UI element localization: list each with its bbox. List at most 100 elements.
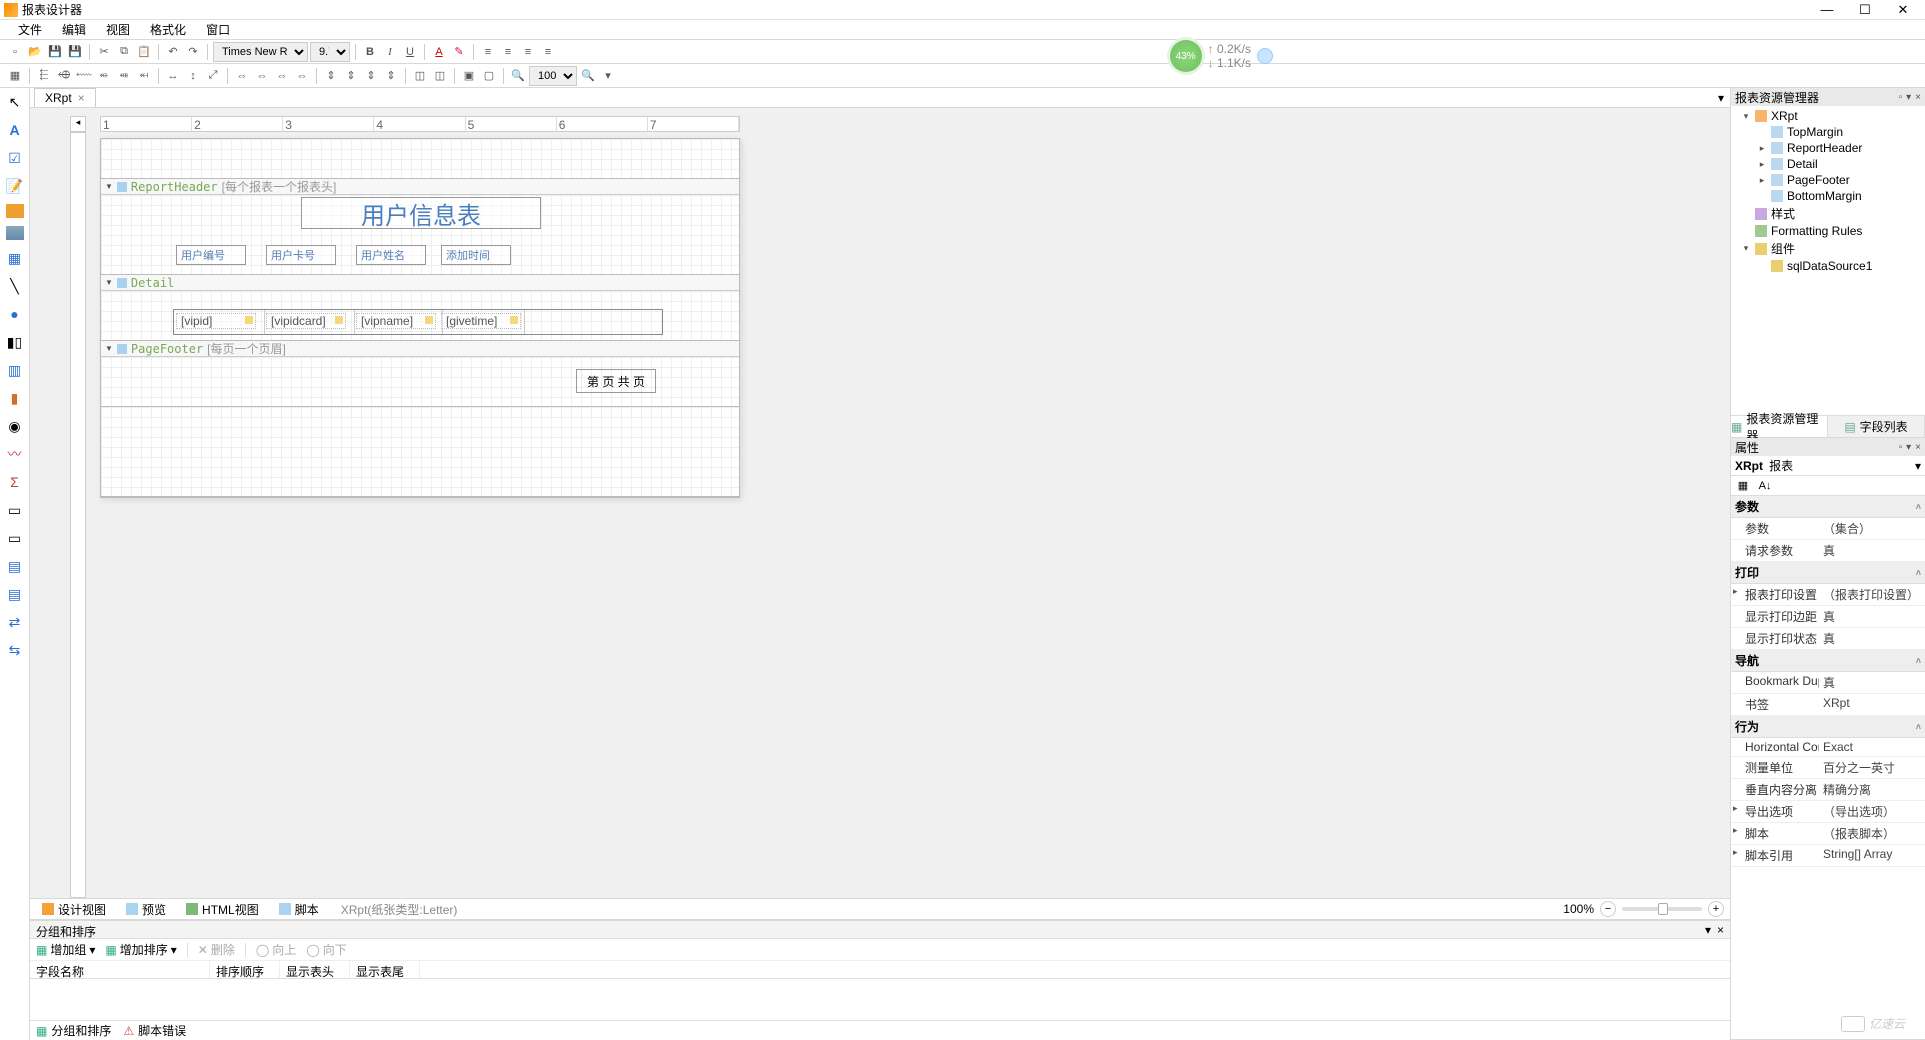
- center-v-icon[interactable]: ◫: [431, 67, 449, 85]
- tab-field-list[interactable]: ▤字段列表: [1828, 416, 1925, 437]
- collapse-icon[interactable]: ▼: [105, 344, 113, 353]
- tab-design[interactable]: 设计视图: [36, 901, 112, 918]
- property-object-selector[interactable]: XRpt 报表 ▾: [1731, 456, 1925, 476]
- panel-tool[interactable]: [6, 226, 24, 240]
- move-down-button[interactable]: ◯向下: [306, 941, 346, 958]
- tree-detail[interactable]: ▸Detail: [1731, 156, 1925, 172]
- pivot-tool[interactable]: Σ: [5, 472, 25, 492]
- detail-band-header[interactable]: ▼ Detail: [101, 275, 739, 291]
- align-c-icon[interactable]: ⬲: [55, 67, 73, 85]
- close-button[interactable]: ✕: [1893, 2, 1913, 18]
- smarttag-icon[interactable]: [510, 316, 518, 324]
- report-explorer-tree[interactable]: ▾XRpt TopMargin ▸ReportHeader ▸Detail ▸P…: [1731, 106, 1925, 415]
- pointer-tool[interactable]: ↖: [5, 92, 25, 112]
- header-name[interactable]: 用户姓名: [356, 245, 426, 265]
- add-group-button[interactable]: ▦增加组▾: [36, 941, 95, 958]
- panel-pin-icon[interactable]: ▾: [1906, 442, 1911, 453]
- pagefooter-band-header[interactable]: ▼ PageFooter [每页一个页眉]: [101, 341, 739, 357]
- tab-script[interactable]: 脚本: [273, 901, 325, 918]
- menu-edit[interactable]: 编辑: [52, 21, 96, 38]
- copy-button[interactable]: ⧉: [115, 43, 133, 61]
- panel-dropdown-icon[interactable]: ▾: [1705, 923, 1711, 936]
- horizontal-ruler[interactable]: 1 2 3 4 5 6 7: [100, 116, 740, 132]
- send-back-icon[interactable]: ▢: [480, 67, 498, 85]
- backcolor-button[interactable]: ✎: [450, 43, 468, 61]
- hspace-inc-icon[interactable]: ⇔: [253, 67, 271, 85]
- report-page[interactable]: ▼ ReportHeader [每个报表一个报表头] 用户信息表 用户编号 用户…: [100, 138, 740, 498]
- header-addtime[interactable]: 添加时间: [441, 245, 511, 265]
- zoom-dd-icon[interactable]: ▾: [599, 67, 617, 85]
- align-r-icon[interactable]: ⬳: [75, 67, 93, 85]
- zoom-slider[interactable]: [1622, 907, 1702, 911]
- vspace-inc-icon[interactable]: ⇕: [342, 67, 360, 85]
- tree-datasource[interactable]: sqlDataSource1: [1731, 258, 1925, 274]
- delete-button[interactable]: ✕删除: [198, 941, 235, 958]
- same-w-icon[interactable]: ↔: [164, 67, 182, 85]
- align-right-button[interactable]: ≡: [519, 43, 537, 61]
- tree-topmargin[interactable]: TopMargin: [1731, 124, 1925, 140]
- tree-reportheader[interactable]: ▸ReportHeader: [1731, 140, 1925, 156]
- tree-frules[interactable]: Formatting Rules: [1731, 223, 1925, 239]
- zip-tool[interactable]: ▥: [5, 360, 25, 380]
- panel-close-icon[interactable]: ×: [1915, 442, 1921, 453]
- chart-tool[interactable]: ▮: [5, 388, 25, 408]
- tree-bottommargin[interactable]: BottomMargin: [1731, 188, 1925, 204]
- vspace-dec-icon[interactable]: ⇕: [362, 67, 380, 85]
- zoom-out-icon[interactable]: 🔍: [509, 67, 527, 85]
- barcode-tool[interactable]: ▮▯: [5, 332, 25, 352]
- same-h-icon[interactable]: ↕: [184, 67, 202, 85]
- detail-band[interactable]: [vipid] [vipidcard] [vipname] [givetime]: [101, 291, 739, 341]
- report-title-label[interactable]: 用户信息表: [301, 197, 541, 229]
- open-button[interactable]: 📂: [26, 43, 44, 61]
- align-left-button[interactable]: ≡: [479, 43, 497, 61]
- hspace-eq-icon[interactable]: ⇔: [233, 67, 251, 85]
- perf-percent[interactable]: 43%: [1170, 40, 1202, 72]
- menu-window[interactable]: 窗口: [196, 21, 240, 38]
- tab-dropdown-icon[interactable]: ▾: [1712, 91, 1730, 105]
- zoom-out-button[interactable]: −: [1600, 901, 1616, 917]
- hspace-rm-icon[interactable]: ⇔: [293, 67, 311, 85]
- gauge-tool[interactable]: ◉: [5, 416, 25, 436]
- tree-pagefooter[interactable]: ▸PageFooter: [1731, 172, 1925, 188]
- tree-styles[interactable]: 样式: [1731, 204, 1925, 223]
- design-surface[interactable]: ◂ 1 2 3 4 5 6 7 ▼ ReportHeader [每个报表一个报表…: [30, 108, 1730, 898]
- redo-button[interactable]: ↷: [184, 43, 202, 61]
- pagefooter-band[interactable]: 第 页 共 页: [101, 357, 739, 407]
- reportheader-band[interactable]: 用户信息表 用户编号 用户卡号 用户姓名 添加时间: [101, 195, 739, 275]
- tab-preview[interactable]: 预览: [120, 901, 172, 918]
- shape-tool[interactable]: ●: [5, 304, 25, 324]
- collapse-icon[interactable]: ▼: [105, 278, 113, 287]
- underline-button[interactable]: U: [401, 43, 419, 61]
- tab-report-explorer[interactable]: ▦报表资源管理器: [1731, 416, 1828, 437]
- panel-close-icon[interactable]: ×: [1717, 923, 1724, 936]
- tree-components[interactable]: ▾组件: [1731, 239, 1925, 258]
- cell-vipidcard[interactable]: [vipidcard]: [266, 313, 346, 329]
- picture-tool[interactable]: [6, 204, 24, 218]
- hspace-dec-icon[interactable]: ⇔: [273, 67, 291, 85]
- forecolor-button[interactable]: A: [430, 43, 448, 61]
- zoom-select[interactable]: 100%: [529, 66, 577, 86]
- pagebreak-tool[interactable]: ▤: [5, 584, 25, 604]
- move-up-button[interactable]: ◯向上: [256, 941, 296, 958]
- bring-front-icon[interactable]: ▣: [460, 67, 478, 85]
- tab-group-sort[interactable]: ▦分组和排序: [36, 1022, 111, 1039]
- maximize-button[interactable]: ☐: [1855, 2, 1875, 18]
- property-grid[interactable]: 参数˄ 参数（集合） 请求参数真 打印˄ ▸报表打印设置（报表打印设置） 显示打…: [1731, 496, 1925, 1039]
- bold-button[interactable]: B: [361, 43, 379, 61]
- panel-pin-icon[interactable]: ▾: [1906, 92, 1911, 103]
- table-tool[interactable]: ▦: [5, 248, 25, 268]
- crossband-line-tool[interactable]: ⇄: [5, 612, 25, 632]
- cut-button[interactable]: ✂: [95, 43, 113, 61]
- add-sort-button[interactable]: ▦增加排序▾: [105, 941, 176, 958]
- line-tool[interactable]: ╲: [5, 276, 25, 296]
- align-t-icon[interactable]: ⬴: [95, 67, 113, 85]
- tab-close-icon[interactable]: ×: [78, 91, 85, 105]
- collapse-icon[interactable]: ▼: [105, 182, 113, 191]
- vspace-eq-icon[interactable]: ⇕: [322, 67, 340, 85]
- paste-button[interactable]: 📋: [135, 43, 153, 61]
- document-tab[interactable]: XRpt ×: [34, 88, 96, 107]
- tab-script-errors[interactable]: ⚠脚本错误: [123, 1022, 186, 1039]
- perf-icon[interactable]: [1257, 48, 1273, 64]
- smarttag-icon[interactable]: [335, 316, 343, 324]
- header-userid[interactable]: 用户编号: [176, 245, 246, 265]
